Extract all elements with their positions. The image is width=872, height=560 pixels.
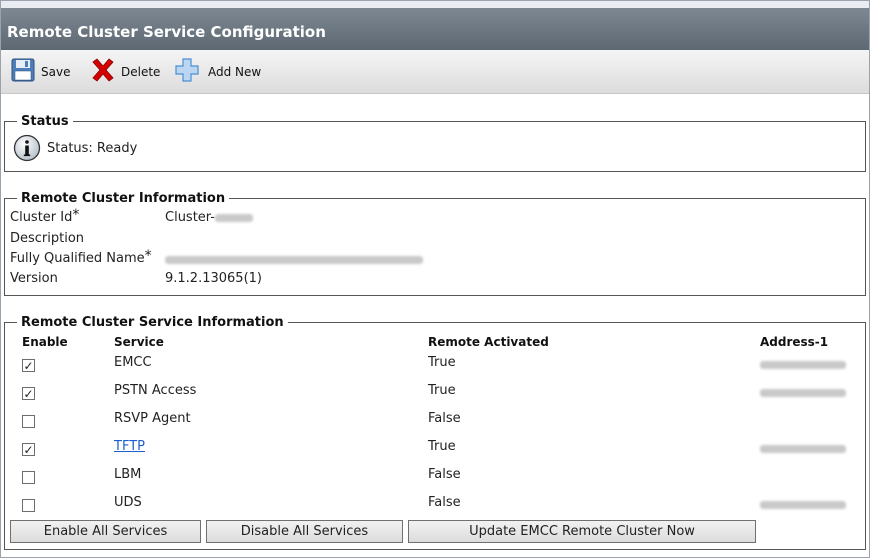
remote-activated-value: False (428, 495, 461, 510)
save-label: Save (41, 65, 71, 79)
floppy-disk-icon (11, 58, 35, 86)
save-button[interactable]: Save (11, 58, 71, 86)
cluster-info-legend: Remote Cluster Information (21, 191, 226, 206)
plus-icon (174, 57, 200, 87)
fqdn-label: Fully Qualified Name* (10, 248, 152, 267)
disable-all-services-button[interactable]: Disable All Services (206, 520, 403, 543)
update-emcc-remote-cluster-now-button[interactable]: Update EMCC Remote Cluster Now (408, 520, 756, 543)
fqdn-value (165, 252, 423, 267)
cluster-id-prefix: Cluster- (165, 210, 216, 225)
redacted-address (760, 388, 846, 397)
fqdn-label-text: Fully Qualified Name (10, 251, 145, 266)
remote-activated-value: True (428, 355, 456, 370)
version-label: Version (10, 271, 58, 286)
add-new-label: Add New (208, 65, 262, 79)
required-mark: * (72, 207, 80, 223)
remote-activated-value: False (428, 467, 461, 482)
enable-checkbox[interactable] (22, 499, 35, 512)
remote-activated-value: False (428, 411, 461, 426)
remote-activated-value: True (428, 439, 456, 454)
red-x-icon (89, 56, 117, 88)
required-mark: * (144, 248, 152, 264)
top-strip (1, 1, 869, 8)
service-info-legend: Remote Cluster Service Information (21, 315, 284, 330)
redacted-cluster-id (215, 213, 254, 222)
redacted-fqdn (165, 255, 423, 264)
enable-checkbox[interactable]: ✓ (22, 387, 35, 400)
service-name: PSTN Access (114, 383, 197, 398)
col-enable: Enable (22, 335, 68, 349)
info-icon (13, 134, 41, 166)
status-text: Status: Ready (47, 141, 138, 156)
cluster-id-label-text: Cluster Id (10, 210, 73, 225)
redacted-address (760, 500, 846, 509)
service-name: UDS (114, 495, 142, 510)
remote-activated-value: True (428, 383, 456, 398)
cluster-id-value: Cluster- (165, 210, 254, 225)
enable-all-services-button[interactable]: Enable All Services (10, 520, 201, 543)
add-new-button[interactable]: Add New (174, 57, 262, 87)
page-title: Remote Cluster Service Configuration (1, 8, 869, 50)
address-value (760, 385, 846, 400)
enable-checkbox[interactable]: ✓ (22, 443, 35, 456)
service-info-group: Remote Cluster Service Information (4, 315, 866, 550)
address-value (760, 497, 846, 512)
service-name: LBM (114, 467, 142, 482)
toolbar: Save Delete Add New (1, 50, 869, 94)
address-value (760, 357, 846, 372)
delete-label: Delete (121, 65, 161, 79)
service-name: EMCC (114, 355, 152, 370)
status-legend: Status (21, 114, 69, 129)
service-link[interactable]: TFTP (114, 439, 145, 454)
col-remote-activated: Remote Activated (428, 335, 549, 349)
cluster-info-group: Remote Cluster Information (4, 191, 866, 296)
redacted-address (760, 360, 846, 369)
service-name: RSVP Agent (114, 411, 191, 426)
enable-checkbox[interactable]: ✓ (22, 359, 35, 372)
col-service: Service (114, 335, 164, 349)
version-value: 9.1.2.13065(1) (165, 271, 262, 286)
address-value (760, 441, 846, 456)
description-label: Description (10, 231, 85, 246)
delete-button[interactable]: Delete (89, 58, 161, 84)
redacted-address (760, 444, 846, 453)
col-address: Address-1 (760, 335, 829, 349)
enable-checkbox[interactable] (22, 471, 35, 484)
enable-checkbox[interactable] (22, 415, 35, 428)
cluster-id-label: Cluster Id* (10, 207, 80, 226)
